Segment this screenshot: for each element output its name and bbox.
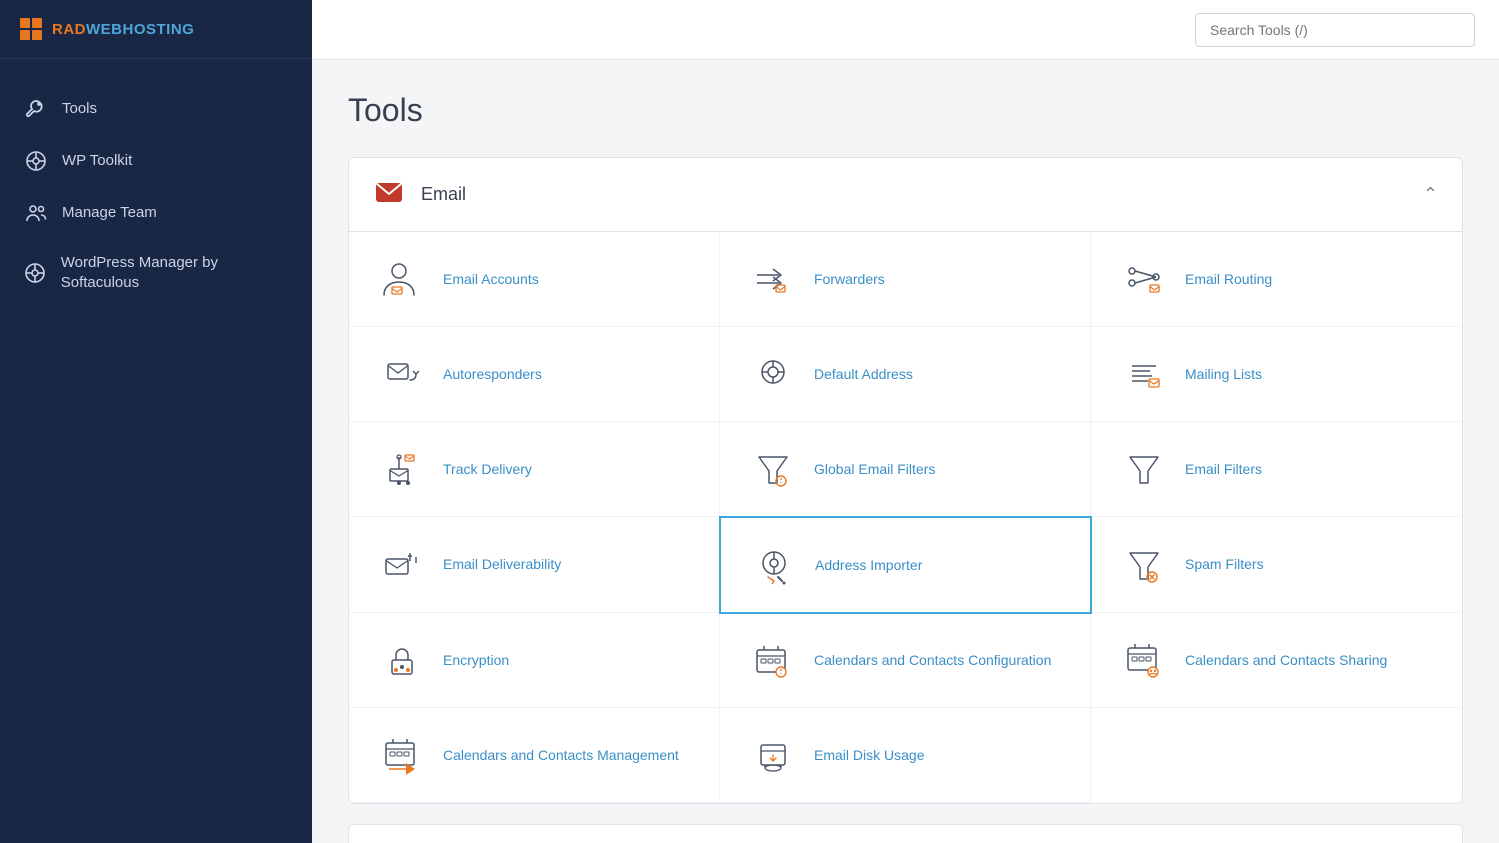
sidebar-item-wp-toolkit[interactable]: WP Toolkit	[0, 135, 312, 187]
tool-encryption[interactable]: Encryption	[349, 613, 720, 708]
email-disk-usage-icon	[748, 730, 798, 780]
tool-track-delivery[interactable]: Track Delivery	[349, 422, 720, 517]
sidebar-item-tools-label: Tools	[62, 99, 97, 119]
tool-mailing-lists[interactable]: Mailing Lists	[1091, 327, 1462, 422]
email-section-header-left: Email	[373, 176, 466, 213]
email-filters-icon	[1119, 444, 1169, 494]
email-section-icon	[373, 176, 405, 213]
email-filters-label: Email Filters	[1185, 460, 1262, 479]
tool-spam-filters[interactable]: Spam Filters	[1091, 517, 1462, 613]
wordpress2-icon	[24, 261, 47, 285]
logo-web: WEB	[86, 21, 123, 38]
address-importer-icon	[749, 540, 799, 590]
tool-autoresponders[interactable]: Autoresponders	[349, 327, 720, 422]
tool-email-accounts[interactable]: Email Accounts	[349, 232, 720, 327]
global-email-filters-icon	[748, 444, 798, 494]
topbar	[312, 0, 1499, 60]
page-title: Tools	[348, 92, 1463, 129]
tool-calendars-contacts-management[interactable]: Calendars and Contacts Management	[349, 708, 720, 803]
tool-email-disk-usage[interactable]: Email Disk Usage	[720, 708, 1091, 803]
calendars-contacts-sharing-label: Calendars and Contacts Sharing	[1185, 651, 1387, 670]
content-area: Tools Email ⌃	[312, 60, 1499, 843]
team-icon	[24, 201, 48, 225]
autoresponders-label: Autoresponders	[443, 365, 542, 384]
calendars-contacts-config-icon	[748, 635, 798, 685]
email-section-chevron: ⌃	[1423, 184, 1438, 205]
email-disk-usage-label: Email Disk Usage	[814, 746, 924, 765]
tool-email-deliverability[interactable]: Email Deliverability	[349, 517, 720, 613]
email-accounts-label: Email Accounts	[443, 270, 539, 289]
global-email-filters-label: Global Email Filters	[814, 460, 935, 479]
sidebar-header: RADWEBHOSTING	[0, 0, 312, 59]
tool-forwarders[interactable]: Forwarders	[720, 232, 1091, 327]
calendars-contacts-sharing-icon	[1119, 635, 1169, 685]
sidebar-nav: Tools WP Toolkit	[0, 59, 312, 330]
email-section-title: Email	[421, 184, 466, 205]
tool-default-address[interactable]: Default Address	[720, 327, 1091, 422]
email-accounts-icon	[377, 254, 427, 304]
calendars-contacts-management-icon	[377, 730, 427, 780]
email-tools-grid: Email Accounts Forwarder	[349, 232, 1462, 803]
sidebar-item-manage-team[interactable]: Manage Team	[0, 187, 312, 239]
calendars-contacts-management-label: Calendars and Contacts Management	[443, 746, 679, 765]
sidebar-item-wp-toolkit-label: WP Toolkit	[62, 151, 132, 171]
wordpress-icon	[24, 149, 48, 173]
main-content: Tools Email ⌃	[312, 0, 1499, 843]
sidebar: RADWEBHOSTING Tools	[0, 0, 312, 843]
forwarders-label: Forwarders	[814, 270, 885, 289]
track-delivery-icon	[377, 444, 427, 494]
spam-filters-icon	[1119, 540, 1169, 590]
tool-calendars-contacts-sharing[interactable]: Calendars and Contacts Sharing	[1091, 613, 1462, 708]
email-routing-label: Email Routing	[1185, 270, 1272, 289]
tool-global-email-filters[interactable]: Global Email Filters	[720, 422, 1091, 517]
mailing-lists-label: Mailing Lists	[1185, 365, 1262, 384]
encryption-icon	[377, 635, 427, 685]
tool-address-importer[interactable]: Address Importer	[719, 516, 1092, 614]
files-section: Files ⌃	[348, 824, 1463, 843]
email-routing-icon	[1119, 254, 1169, 304]
mailing-lists-icon	[1119, 349, 1169, 399]
logo-hosting: HOSTING	[123, 21, 195, 38]
tool-email-routing[interactable]: Email Routing	[1091, 232, 1462, 327]
wrench-icon	[24, 97, 48, 121]
tool-calendars-contacts-config[interactable]: Calendars and Contacts Configuration	[720, 613, 1091, 708]
logo-rad: RAD	[52, 21, 86, 38]
forwarders-icon	[748, 254, 798, 304]
sidebar-item-wordpress-manager-label: WordPress Manager by Softaculous	[61, 253, 288, 292]
calendars-contacts-config-label: Calendars and Contacts Configuration	[814, 651, 1051, 670]
sidebar-item-tools[interactable]: Tools	[0, 83, 312, 135]
encryption-label: Encryption	[443, 651, 509, 670]
logo-text: RADWEBHOSTING	[52, 21, 194, 38]
email-section-header[interactable]: Email ⌃	[349, 158, 1462, 232]
search-input[interactable]	[1195, 13, 1475, 47]
logo-grid	[20, 18, 42, 40]
sidebar-item-wordpress-manager[interactable]: WordPress Manager by Softaculous	[0, 239, 312, 306]
autoresponders-icon	[377, 349, 427, 399]
address-importer-label: Address Importer	[815, 556, 922, 575]
email-deliverability-icon	[377, 540, 427, 590]
files-section-header[interactable]: Files ⌃	[349, 825, 1462, 843]
tool-email-filters[interactable]: Email Filters	[1091, 422, 1462, 517]
default-address-label: Default Address	[814, 365, 913, 384]
sidebar-item-manage-team-label: Manage Team	[62, 203, 157, 223]
email-deliverability-label: Email Deliverability	[443, 555, 561, 574]
track-delivery-label: Track Delivery	[443, 460, 532, 479]
spam-filters-label: Spam Filters	[1185, 555, 1264, 574]
default-address-icon	[748, 349, 798, 399]
email-section: Email ⌃ Email Accounts	[348, 157, 1463, 804]
